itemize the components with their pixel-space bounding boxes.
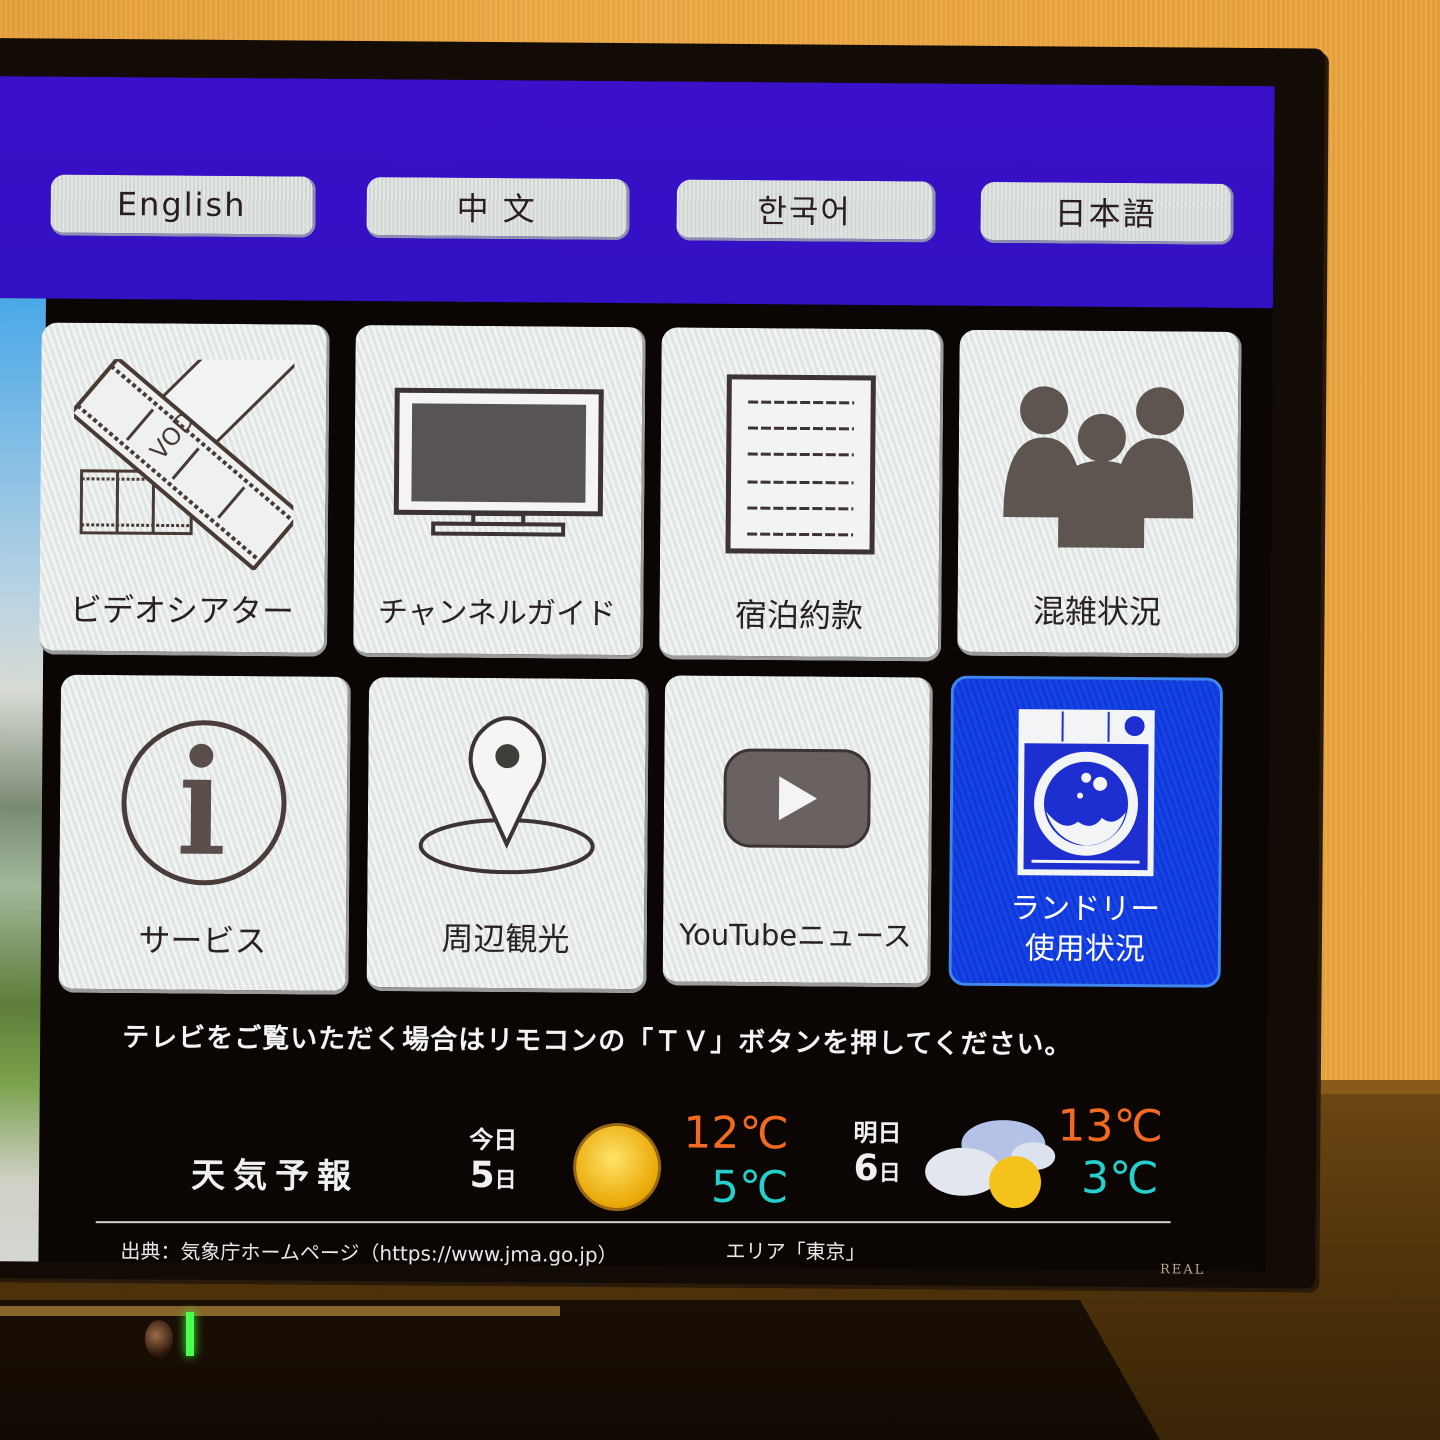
tile-nearby-sightseeing[interactable]: 周辺観光 [366, 677, 649, 994]
tv-brand-logo: REAL [1159, 1262, 1206, 1278]
language-button-chinese[interactable]: 中 文 [366, 177, 630, 241]
document-icon [724, 374, 876, 559]
map-pin-icon [416, 715, 597, 880]
tile-channel-guide[interactable]: チャンネルガイド [353, 324, 646, 660]
tile-congestion-status[interactable]: 混雑状況 [957, 329, 1242, 658]
tile-video-theater[interactable]: VOD ビデオシアター [39, 272, 338, 657]
tile-youtube-news[interactable]: YouTubeニュース [662, 675, 934, 988]
tile-laundry-status[interactable]: ランドリー 使用状況 [948, 675, 1224, 988]
tomorrow-low-temp: 3℃ [1080, 1152, 1159, 1205]
youtube-play-icon [722, 748, 871, 853]
today-day: 5日 [469, 1154, 517, 1197]
tomorrow-high-temp: 13℃ [1057, 1100, 1164, 1153]
tomorrow-label: 明日 [853, 1118, 902, 1148]
tv-stand [0, 1300, 1160, 1440]
cloudy-sunny-icon [923, 1113, 1064, 1218]
weather-today-date: 今日 5日 [469, 1120, 518, 1196]
tile-services[interactable]: サービス [58, 674, 351, 995]
weather-title: 天気予報 [190, 1155, 360, 1198]
tile-label: 混雑状況 [1032, 592, 1162, 632]
vod-film-icon: VOD [67, 272, 338, 575]
people-icon [1002, 382, 1194, 552]
tile-label-line1: ランドリー [1010, 891, 1161, 928]
tile-label: サービス [138, 921, 267, 961]
weather-divider [95, 1221, 1171, 1224]
tile-label-line2: 使用状況 [1024, 931, 1146, 968]
tile-label: 宿泊約款 [734, 595, 864, 635]
tv-button-notice: テレビをご覧いただく場合はリモコンの「ＴＶ」ボタンを押してください。 [122, 1022, 1073, 1061]
tile-accommodation-terms[interactable]: 宿泊約款 [659, 327, 944, 662]
weather-tomorrow-date: 明日 6日 [853, 1113, 902, 1189]
tile-label: ビデオシアター [69, 590, 295, 631]
stand-shelf [0, 1306, 560, 1316]
tv-screen: English 中 文 한국어 日本語 VOD ビデオシアター チャンネルガイド… [0, 76, 1275, 1272]
today-low-temp: 5℃ [710, 1161, 789, 1214]
tv-power-knob [145, 1320, 173, 1358]
tile-label: 周辺観光 [441, 919, 570, 959]
language-button-english[interactable]: English [50, 174, 316, 238]
washing-machine-icon [1015, 707, 1156, 882]
language-button-japanese[interactable]: 日本語 [980, 181, 1234, 245]
tomorrow-day: 6日 [853, 1147, 901, 1190]
info-icon [118, 717, 289, 892]
sunny-icon [571, 1121, 664, 1218]
today-label: 今日 [469, 1125, 518, 1155]
weather-area: エリア「東京」 [725, 1238, 866, 1264]
tv-frame: English 中 文 한국어 日本語 VOD ビデオシアター チャンネルガイド… [0, 38, 1325, 1289]
tv-icon [393, 387, 604, 543]
background-photo-strip [0, 298, 46, 1272]
tile-label: チャンネルガイド [377, 595, 617, 633]
power-led-indicator [186, 1312, 194, 1356]
language-button-korean[interactable]: 한국어 [676, 179, 936, 243]
today-high-temp: 12℃ [683, 1107, 790, 1160]
weather-source: 出典：気象庁ホームページ（https://www.jma.go.jp） [120, 1239, 618, 1268]
tile-label: YouTubeニュース [679, 917, 912, 954]
